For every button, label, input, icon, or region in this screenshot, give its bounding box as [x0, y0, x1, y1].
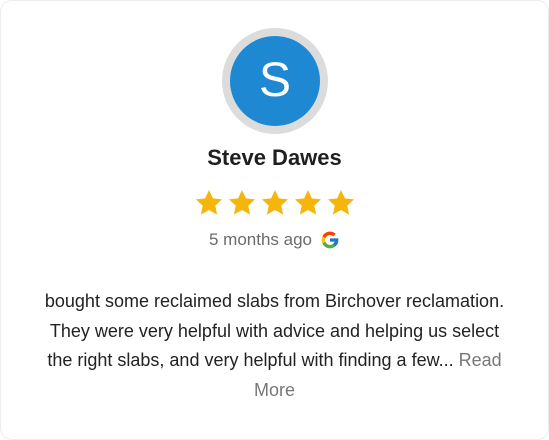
review-meta: 5 months ago — [1, 230, 548, 250]
google-icon — [321, 231, 339, 249]
avatar-initial: S — [230, 36, 320, 126]
star-icon — [196, 190, 222, 215]
review-card: S Steve Dawes 5 months ago bought some r… — [0, 0, 549, 440]
avatar: S — [222, 28, 328, 134]
review-text: bought some reclaimed slabs from Birchov… — [44, 291, 505, 370]
reviewer-name: Steve Dawes — [207, 145, 342, 170]
star-icon — [295, 190, 321, 215]
star-icon — [262, 190, 288, 215]
star-rating — [194, 188, 356, 218]
review-time: 5 months ago — [208, 230, 312, 249]
review-text-block: bought some reclaimed slabs from Birchov… — [41, 287, 508, 405]
star-icon — [328, 190, 354, 215]
star-icon — [229, 190, 255, 215]
